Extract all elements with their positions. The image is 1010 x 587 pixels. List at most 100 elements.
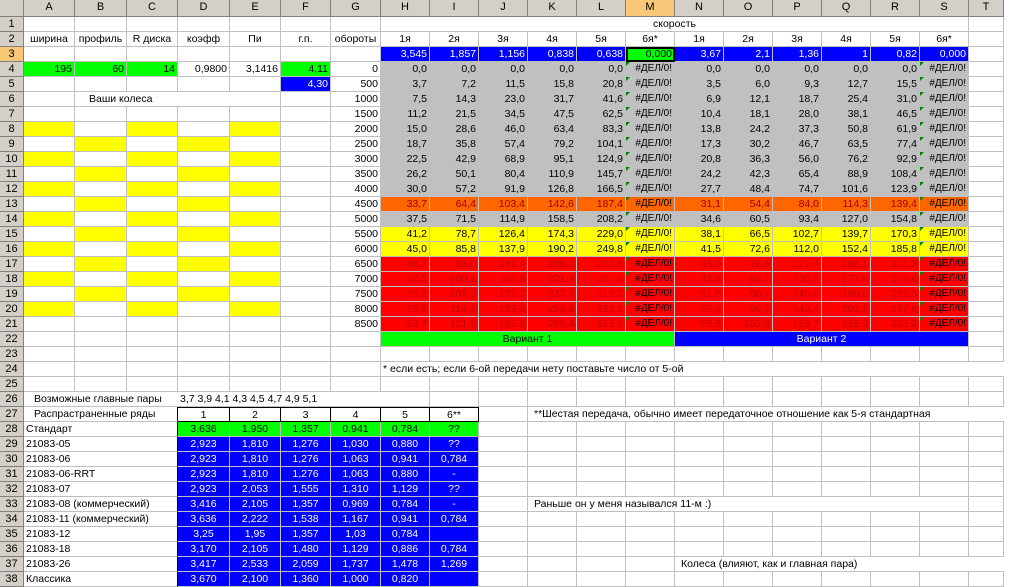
rpm-value[interactable]: 8500 [331, 317, 381, 332]
series-value[interactable]: 2,923 [178, 482, 230, 497]
empty-cell[interactable] [24, 77, 75, 92]
speed-cell[interactable]: 54,4 [724, 197, 773, 212]
speed-header[interactable]: скорость [381, 17, 969, 32]
series-gear-number[interactable]: 3 [281, 407, 331, 422]
speed-cell[interactable]: 45,0 [675, 257, 724, 272]
gear-header[interactable]: 6я* [626, 32, 675, 47]
empty-cell[interactable] [127, 317, 178, 332]
column-header-h[interactable]: H [381, 0, 430, 17]
gear-ratio[interactable]: 1 [822, 47, 871, 62]
empty-cell[interactable] [969, 122, 1004, 137]
row-header-23[interactable]: 23 [0, 347, 24, 362]
empty-cell[interactable] [75, 212, 127, 227]
speed-cell[interactable]: 127,0 [822, 212, 871, 227]
series-name[interactable]: 21083-12 [24, 527, 178, 542]
speed-cell[interactable]: 221,9 [528, 272, 577, 287]
speed-cell[interactable]: 46,7 [773, 137, 822, 152]
empty-cell[interactable] [178, 77, 230, 92]
empty-cell[interactable] [724, 347, 773, 362]
empty-cell[interactable] [75, 332, 127, 347]
speed-cell[interactable]: 30,2 [724, 137, 773, 152]
empty-cell[interactable] [920, 347, 969, 362]
error-cell[interactable]: #ДЕЛ/0! [626, 272, 675, 287]
empty-cell[interactable] [127, 197, 178, 212]
rpm-value[interactable]: 6000 [331, 242, 381, 257]
speed-cell[interactable]: 55,4 [675, 302, 724, 317]
row-header-7[interactable]: 7 [0, 107, 24, 122]
empty-cell[interactable] [281, 167, 331, 182]
empty-cell[interactable] [577, 512, 626, 527]
speed-cell[interactable]: 6,9 [675, 92, 724, 107]
empty-cell[interactable] [969, 227, 1004, 242]
empty-cell[interactable] [331, 377, 381, 392]
empty-cell[interactable] [479, 422, 528, 437]
empty-cell[interactable] [969, 572, 1004, 587]
empty-cell[interactable] [920, 392, 969, 407]
series-name[interactable]: Стандарт [24, 422, 178, 437]
speed-cell[interactable]: 77,4 [871, 137, 920, 152]
row-header-5[interactable]: 5 [0, 77, 24, 92]
column-header-c[interactable]: C [127, 0, 178, 17]
rpm-value[interactable]: 2500 [331, 137, 381, 152]
error-cell[interactable]: #ДЕЛ/0! [920, 197, 969, 212]
variant-2-label[interactable]: Вариант 2 [675, 332, 969, 347]
rpm-value[interactable]: 5000 [331, 212, 381, 227]
speed-cell[interactable]: 36,3 [724, 152, 773, 167]
rpm-value[interactable]: 7500 [331, 287, 381, 302]
empty-cell[interactable] [127, 377, 178, 392]
series-value[interactable]: 1,030 [331, 437, 381, 452]
empty-cell[interactable] [127, 77, 178, 92]
error-cell[interactable]: #ДЕЛ/0! [920, 152, 969, 167]
series-value[interactable]: 0,784 [430, 452, 479, 467]
empty-cell[interactable] [75, 122, 127, 137]
series-value[interactable]: 1,063 [331, 467, 381, 482]
header-b[interactable]: профиль [75, 32, 127, 47]
series-value[interactable]: 1,95 [230, 527, 281, 542]
empty-cell[interactable] [75, 182, 127, 197]
speed-cell[interactable]: 0,0 [822, 62, 871, 77]
empty-cell[interactable] [281, 92, 331, 107]
speed-cell[interactable]: 140,0 [773, 287, 822, 302]
empty-cell[interactable] [822, 377, 871, 392]
speed-cell[interactable]: 166,5 [577, 182, 626, 197]
error-cell[interactable]: #ДЕЛ/0! [920, 77, 969, 92]
empty-cell[interactable] [822, 527, 871, 542]
empty-cell[interactable] [969, 62, 1004, 77]
empty-cell[interactable] [577, 347, 626, 362]
empty-cell[interactable] [24, 92, 75, 107]
series-value[interactable]: 0,941 [381, 452, 430, 467]
gear-ratio[interactable]: 0,82 [871, 47, 920, 62]
speed-cell[interactable]: 195,3 [479, 317, 528, 332]
empty-cell[interactable] [773, 467, 822, 482]
empty-cell[interactable] [331, 332, 381, 347]
speed-cell[interactable]: 110,9 [528, 167, 577, 182]
speed-cell[interactable]: 14,3 [430, 92, 479, 107]
gear-ratio[interactable]: 2,1 [724, 47, 773, 62]
rpm-value[interactable]: 1500 [331, 107, 381, 122]
gear-header[interactable]: 1я [675, 32, 724, 47]
empty-cell[interactable] [75, 152, 127, 167]
row-header-15[interactable]: 15 [0, 227, 24, 242]
empty-cell[interactable] [724, 422, 773, 437]
input-b[interactable]: 60 [75, 62, 127, 77]
series-value[interactable]: 2,059 [281, 557, 331, 572]
empty-cell[interactable] [24, 287, 75, 302]
row-header-28[interactable]: 28 [0, 422, 24, 437]
row-header-10[interactable]: 10 [0, 152, 24, 167]
series-value[interactable]: 1,167 [331, 512, 381, 527]
speed-cell[interactable]: 0,0 [724, 62, 773, 77]
empty-cell[interactable] [528, 467, 577, 482]
rpm-value[interactable]: 5500 [331, 227, 381, 242]
wheel-input[interactable] [75, 257, 127, 272]
speed-cell[interactable]: 83,3 [577, 122, 626, 137]
speed-cell[interactable]: 90,7 [724, 287, 773, 302]
speed-cell[interactable]: 57,4 [479, 137, 528, 152]
speed-cell[interactable]: 31,1 [675, 197, 724, 212]
empty-cell[interactable] [920, 422, 969, 437]
series-value[interactable]: 3,670 [178, 572, 230, 587]
error-cell[interactable]: #ДЕЛ/0! [920, 92, 969, 107]
speed-cell[interactable]: 187,4 [577, 197, 626, 212]
empty-cell[interactable] [230, 137, 281, 152]
speed-cell[interactable]: 12,1 [724, 92, 773, 107]
row-header-38[interactable]: 38 [0, 572, 24, 587]
